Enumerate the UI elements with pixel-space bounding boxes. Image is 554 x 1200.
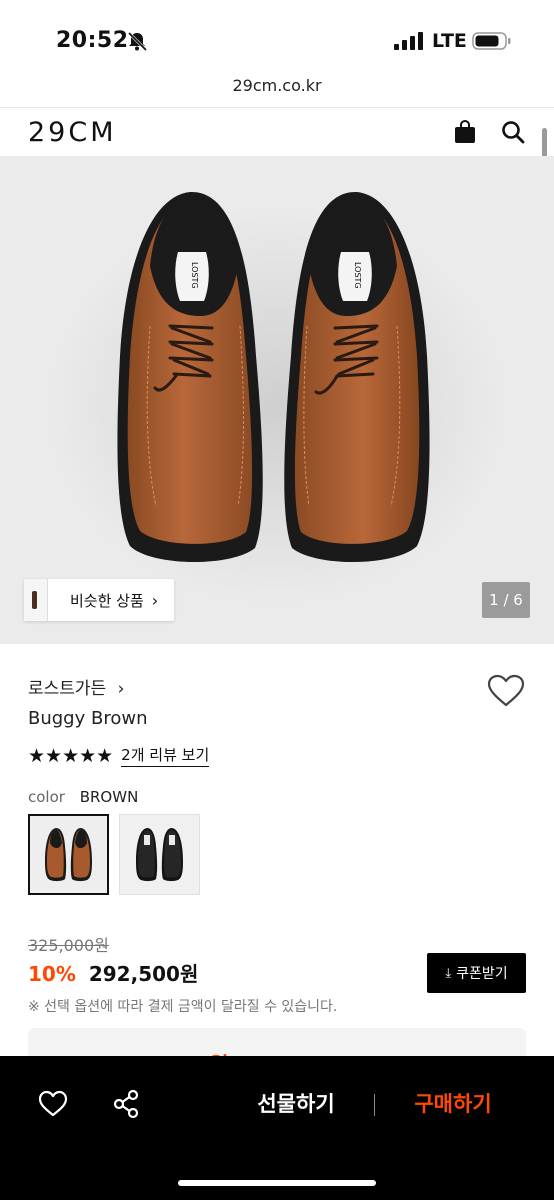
brand-link[interactable]: 로스트가든 › — [28, 674, 124, 699]
url-text: 29cm.co.kr — [232, 76, 322, 95]
coupon-button[interactable]: ⤓ 쿠폰받기 — [427, 953, 526, 993]
image-page-indicator: 1 / 6 — [482, 582, 530, 618]
price-row: 10% 292,500원 — [28, 958, 198, 987]
product-image-gallery[interactable]: LOSTG LOSTG 비슷한 상품 › 1 / 6 — [0, 156, 554, 644]
color-row: color BROWN — [28, 788, 138, 806]
coupon-button-label: 쿠폰받기 — [456, 966, 508, 982]
product-image: LOSTG LOSTG — [47, 191, 507, 606]
review-link[interactable]: 2개 리뷰 보기 — [121, 744, 210, 767]
divider — [374, 1094, 375, 1116]
similar-products-button[interactable]: 비슷한 상품 › — [24, 579, 175, 621]
color-swatch-brown[interactable] — [28, 814, 109, 895]
shoe-tag-text-right: LOSTG — [353, 262, 362, 289]
similar-products-label: 비슷한 상품 — [70, 591, 144, 610]
original-price: 325,000원 — [28, 936, 109, 955]
chevron-right-icon: › — [151, 590, 159, 610]
swatch-brown-image — [30, 816, 107, 893]
gift-button[interactable]: 선물하기 — [230, 1086, 362, 1122]
bottom-action-bar: 선물하기 구매하기 — [0, 1056, 554, 1200]
heart-icon[interactable] — [487, 674, 525, 708]
network-label: LTE — [432, 30, 467, 52]
color-label: color — [28, 788, 65, 806]
color-swatch-black[interactable] — [119, 814, 200, 895]
download-icon: ⤓ — [445, 965, 452, 981]
heart-icon[interactable] — [38, 1090, 68, 1118]
discount-rate: 10% — [28, 962, 76, 986]
shopping-bag-icon[interactable] — [454, 120, 476, 144]
rating-row: ★★★★★ 2개 리뷰 보기 — [28, 744, 210, 767]
status-bar: 20:52 LTE — [0, 0, 554, 70]
site-header: 29CM — [0, 108, 554, 156]
home-indicator[interactable] — [178, 1180, 376, 1186]
brand-name: 로스트가든 — [28, 679, 107, 699]
star-rating: ★★★★★ — [28, 744, 114, 767]
bell-slash-icon — [127, 31, 148, 52]
option-notice: ※ 선택 옵션에 따라 결제 금액이 달라질 수 있습니다. — [28, 999, 338, 1015]
status-time: 20:52 — [56, 28, 129, 53]
swatch-black-image — [120, 815, 199, 894]
sale-price: 292,500원 — [88, 962, 199, 986]
shoe-tag-text: LOSTG — [190, 262, 199, 289]
color-value: BROWN — [79, 788, 139, 806]
signal-icon — [394, 32, 423, 50]
url-bar[interactable]: 29cm.co.kr — [0, 70, 554, 108]
product-name: Buggy Brown — [28, 708, 148, 729]
site-logo[interactable]: 29CM — [28, 117, 117, 148]
search-icon[interactable] — [501, 120, 525, 144]
share-icon[interactable] — [112, 1089, 140, 1119]
chevron-right-icon: › — [117, 679, 125, 699]
similar-product-thumbnail — [24, 579, 48, 621]
battery-icon — [472, 32, 511, 50]
buy-button[interactable]: 구매하기 — [392, 1086, 514, 1122]
